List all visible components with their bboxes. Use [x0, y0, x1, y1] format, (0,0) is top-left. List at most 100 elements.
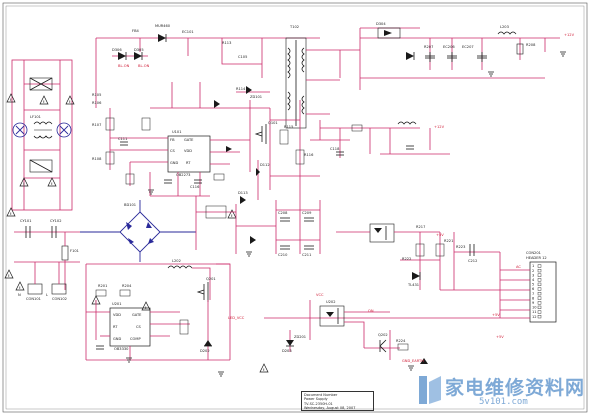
con201-pin-number: 8 [532, 296, 535, 300]
label-q101: Q101 [268, 121, 278, 125]
ic-pin-labels: GATE VDD CS FB GND RT VDD GATE CS COMP R… [113, 138, 194, 341]
con201-pin [537, 296, 542, 300]
label-ob3330: OB3330 [114, 347, 129, 351]
net-vcc: VCC [316, 293, 324, 297]
u201-pin-2: GATE [132, 313, 142, 317]
con201-pin-number: 12 [532, 315, 537, 319]
label-d112: D112 [260, 163, 270, 167]
u101-pin-1: GATE [184, 138, 194, 142]
svg-text:!: ! [263, 368, 265, 372]
warning-icons: ! ! ! ! ! ! ! ! ! ! ! ! [4, 93, 269, 373]
pwm-ic-u101 [109, 108, 250, 197]
label-c211: C211 [302, 253, 311, 257]
label-ac: AC [516, 265, 521, 269]
label-ec101: EC101 [182, 30, 194, 34]
y-caps-and-fuse [14, 226, 80, 290]
con201-pin [537, 292, 542, 296]
svg-text:!: ! [8, 274, 10, 278]
connector-labels: CON201 HEADER 12 [526, 251, 547, 260]
u201-pin-5: RT [113, 325, 118, 329]
u101-pin-6: RT [186, 161, 191, 165]
label-c212: C212 [468, 259, 477, 263]
u201-pin-1: VDD [113, 313, 121, 317]
label-r223: R223 [456, 245, 465, 249]
label-r224: R224 [396, 339, 406, 343]
label-c116: C116 [190, 185, 200, 189]
label-u202: U202 [326, 300, 336, 304]
net-labels: +12V +12V +5V +5V +5V VCC ON GND_EARTH L… [118, 33, 575, 363]
u101-pin-3: CS [170, 149, 176, 153]
con201-pin-number: 5 [532, 283, 534, 287]
label-r204: R204 [122, 284, 132, 288]
label-u101: U101 [172, 130, 182, 134]
net-bl-on-2: BL-ON [138, 64, 150, 68]
secondary-output [306, 27, 560, 90]
label-l: L [46, 293, 48, 297]
label-r221: R221 [444, 239, 453, 243]
label-r115: R115 [284, 125, 293, 129]
schematic-canvas: ! ! ! ! ! ! ! ! ! ! ! ! 123456789101112 … [2, 2, 588, 413]
con201-pin [537, 305, 542, 309]
label-zd201: ZD201 [294, 335, 306, 339]
net-plus5v-bottom: +5V [496, 335, 504, 339]
connector-con201: 123456789101112 [499, 252, 557, 323]
label-mur460: MUR460 [155, 24, 171, 28]
svg-text:!: ! [19, 286, 21, 290]
net-bl-on-1: BL-ON [118, 64, 130, 68]
con201-type: HEADER 12 [526, 256, 547, 260]
input-filter [11, 59, 73, 211]
label-r113: R113 [222, 41, 231, 45]
con201-pin-number: 3 [532, 273, 534, 277]
label-cy102: CY102 [50, 219, 62, 223]
label-u201: U201 [112, 302, 122, 306]
svg-text:!: ! [43, 100, 45, 104]
watermark-text: 家电维修资料网 [445, 377, 586, 399]
svg-text:!: ! [51, 182, 53, 186]
con201-pin-number: 1 [532, 264, 534, 268]
label-con101: CON101 [26, 297, 41, 301]
label-bd101: BD101 [124, 203, 136, 207]
con201-pin [537, 264, 542, 268]
mid-right-rails [306, 113, 450, 158]
label-lf101: LF101 [30, 115, 41, 119]
con201-pin [537, 273, 542, 277]
led-driver [264, 300, 500, 364]
net-plus12v: +12V [434, 125, 445, 129]
con201-pin [537, 269, 542, 273]
svg-text:!: ! [231, 214, 233, 218]
label-d304: D304 [376, 22, 386, 26]
label-d305: D305 [134, 48, 144, 52]
label-r106: R106 [92, 101, 102, 105]
con201-pin-number: 7 [532, 292, 534, 296]
net-on: ON [368, 309, 374, 313]
con201-pin [537, 301, 542, 305]
con201-pin-number: 2 [532, 269, 534, 273]
label-r217: R217 [416, 225, 425, 229]
watermark-logo-icon [419, 376, 441, 404]
con201-name: CON201 [526, 251, 541, 255]
top-diodes [118, 34, 252, 108]
label-c111: C111 [118, 137, 127, 141]
title-block: Document Number Power Supply TV-SC-2350H… [301, 391, 374, 411]
label-r108: R108 [92, 157, 102, 161]
title-date: Wednesday, August 08, 2007 [304, 406, 356, 411]
con201-pin [537, 287, 542, 291]
label-ec207: EC207 [462, 45, 474, 49]
label-d306: D306 [112, 48, 122, 52]
u201-pin-6: GND [113, 337, 121, 341]
label-f101: F101 [70, 249, 79, 253]
con201-pin-number: 6 [532, 287, 535, 291]
label-fb4: FB4 [132, 29, 140, 33]
label-c209: C209 [302, 211, 312, 215]
con201-pin-number: 9 [532, 301, 535, 305]
label-c118: C118 [330, 147, 340, 151]
label-c210: C210 [278, 253, 288, 257]
label-r114: R114 [236, 87, 246, 91]
con201-pin [537, 310, 542, 314]
transformer-t102 [285, 37, 307, 129]
label-r201: R201 [98, 284, 107, 288]
label-l202: L202 [172, 259, 181, 263]
label-d203: D203 [282, 349, 292, 353]
label-zd101: ZD101 [250, 95, 262, 99]
label-t102: T102 [289, 25, 299, 29]
